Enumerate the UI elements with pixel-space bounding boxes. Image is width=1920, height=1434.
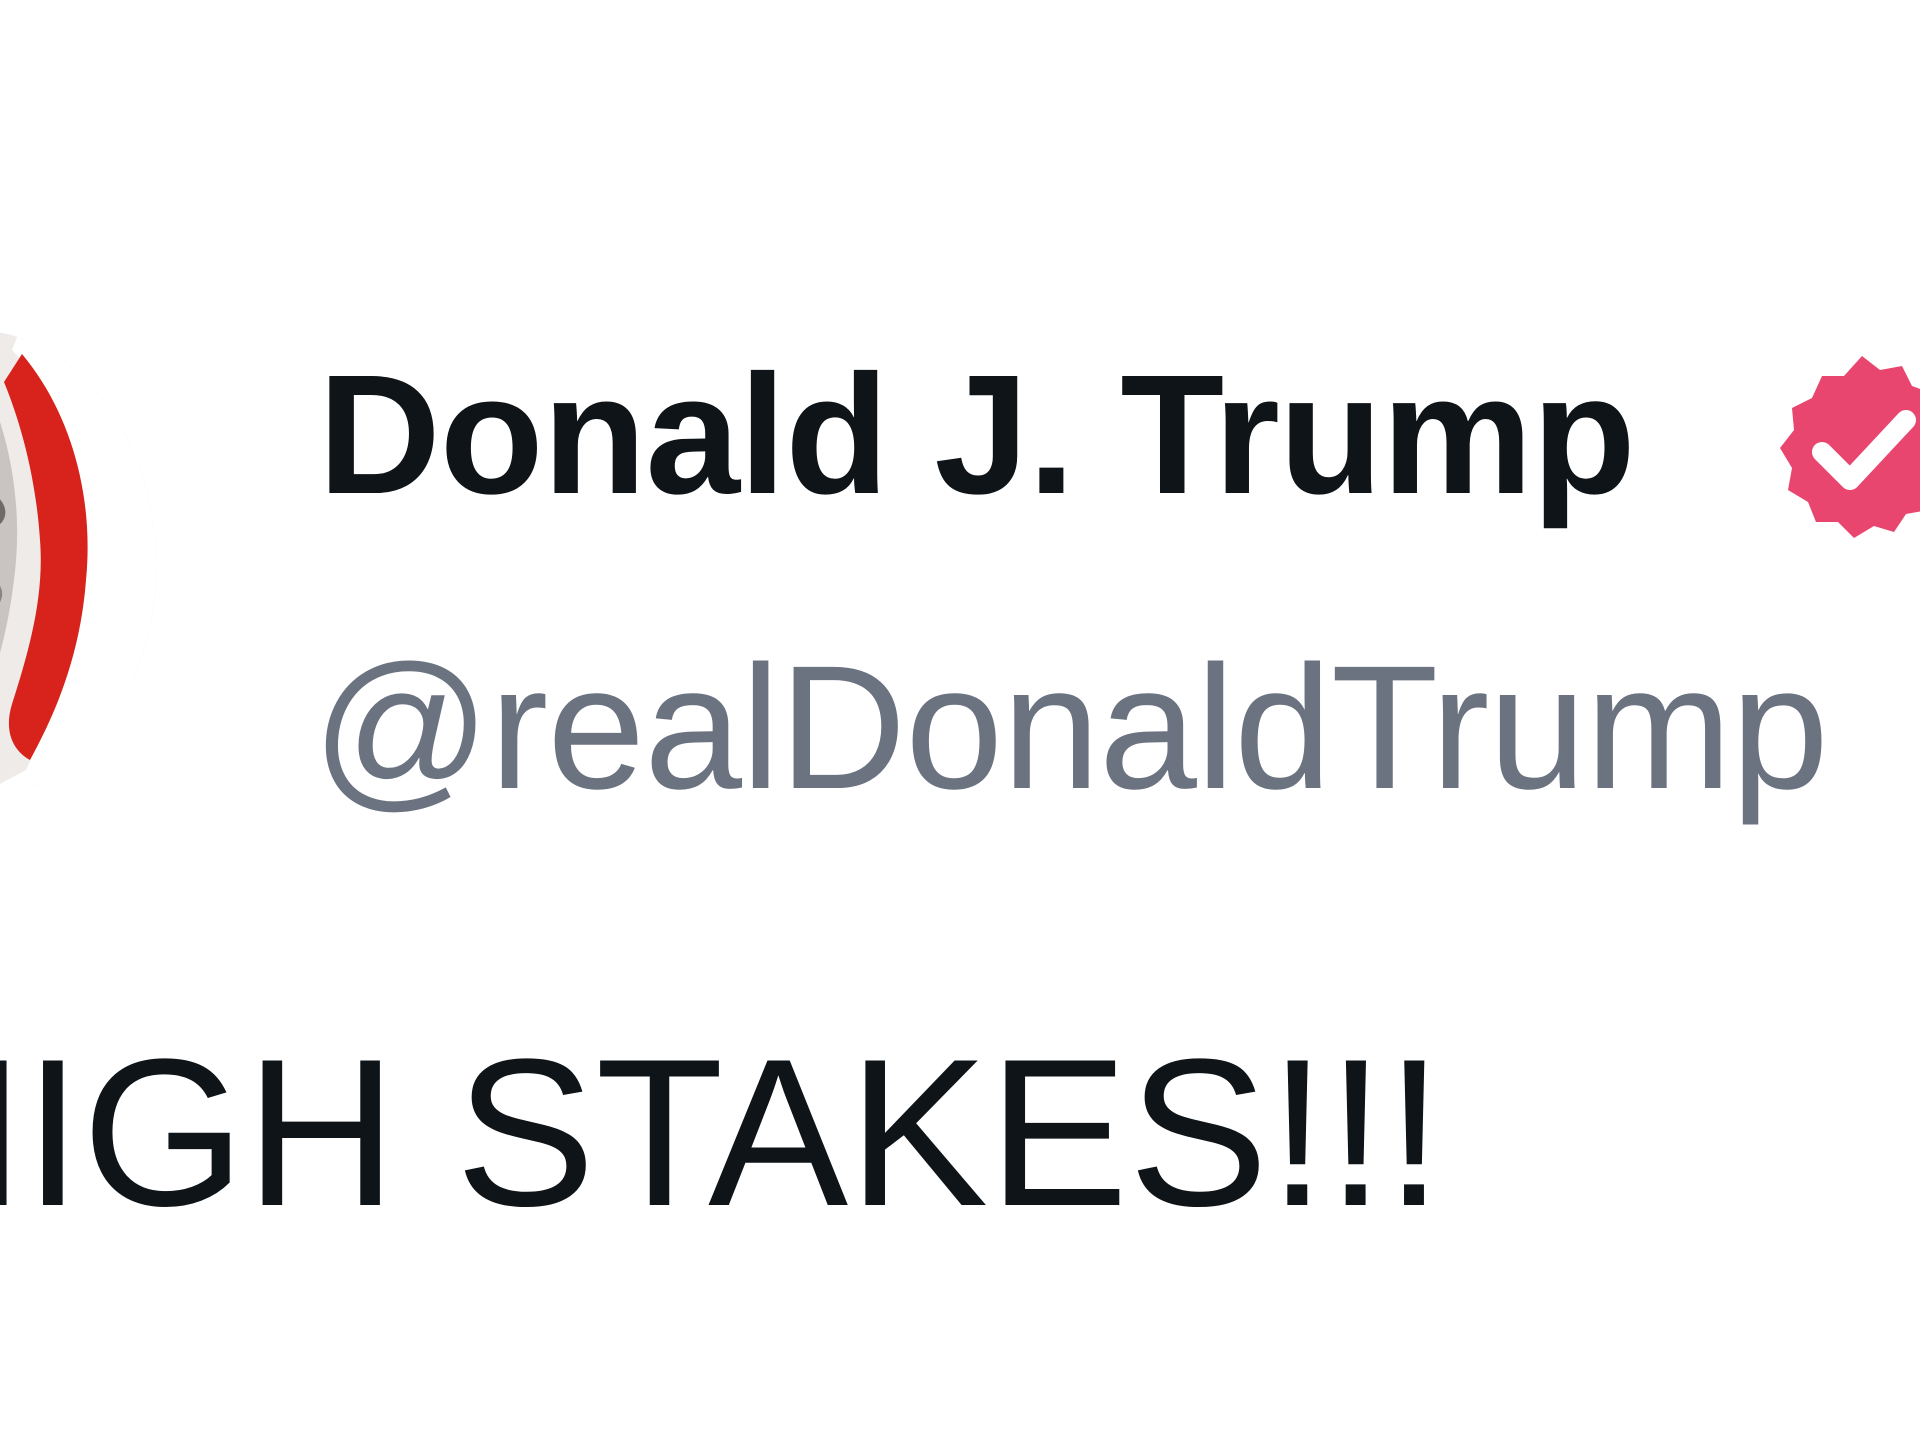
avatar-image: [0, 330, 156, 800]
author-name[interactable]: Donald J. Trump: [318, 350, 1636, 520]
post-text: HIGH STAKES!!!: [0, 1015, 1444, 1250]
avatar[interactable]: [0, 330, 156, 800]
post-card: Donald J. Trump @realDonaldTrump HIGH ST…: [0, 0, 1920, 1434]
author-handle[interactable]: @realDonaldTrump: [312, 640, 1829, 816]
verified-badge-icon: [1780, 356, 1920, 538]
